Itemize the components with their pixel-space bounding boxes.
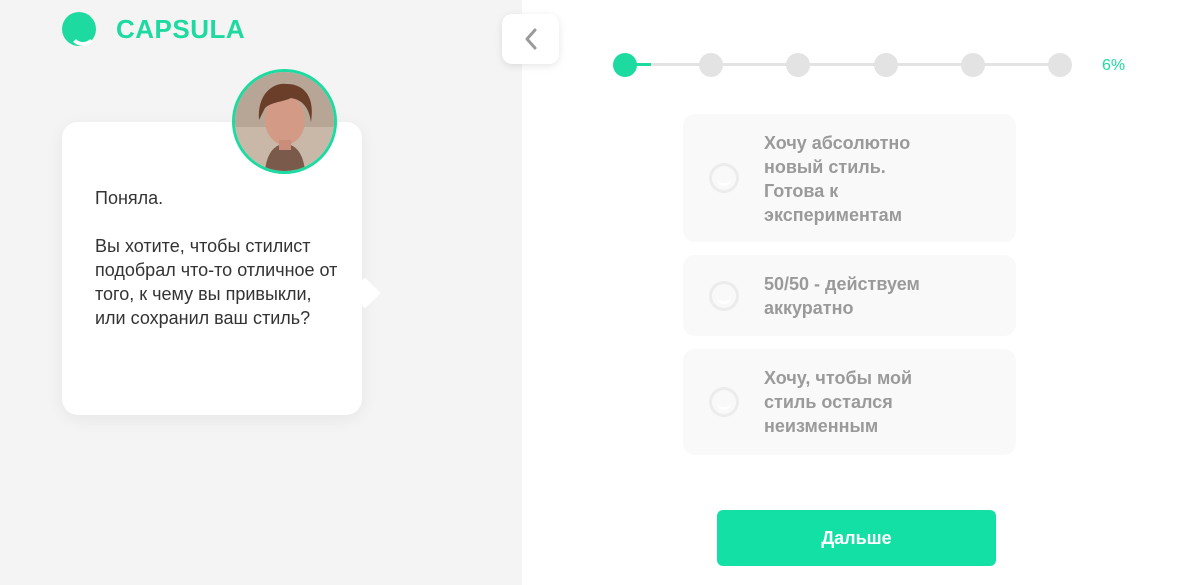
progress-step-2 — [699, 53, 723, 77]
chat-bubble: Поняла. Вы хотите, чтобы стилист подобра… — [62, 122, 362, 415]
radio-icon — [709, 387, 739, 417]
radio-icon — [709, 163, 739, 193]
radio-icon — [709, 281, 739, 311]
brand-name: CAPSULA — [116, 13, 246, 44]
next-button[interactable]: Дальше — [717, 510, 996, 566]
option-new-style[interactable]: Хочу абсолютно новый стиль. Готова к экс… — [683, 114, 1016, 242]
option-label: Хочу, чтобы мой стиль остался неизменным — [764, 368, 913, 436]
progress-step-4 — [874, 53, 898, 77]
progress-step-5 — [961, 53, 985, 77]
back-button[interactable] — [502, 14, 559, 64]
brand-logo[interactable]: CAPSULA — [62, 12, 245, 46]
smile-circle-icon — [62, 12, 96, 46]
chat-message: Поняла. Вы хотите, чтобы стилист подобра… — [95, 188, 338, 328]
chevron-left-icon — [525, 28, 536, 50]
progress-track — [625, 63, 1061, 66]
progress-percent: 6% — [1102, 57, 1126, 74]
progress-stepper — [613, 52, 1073, 78]
option-label: Хочу абсолютно новый стиль. Готова к экс… — [764, 133, 911, 225]
progress-step-6 — [1048, 53, 1072, 77]
progress-step-3 — [786, 53, 810, 77]
progress-step-1 — [613, 53, 637, 77]
option-fifty-fifty[interactable]: 50/50 - действуем аккуратно — [683, 255, 1016, 336]
stylist-avatar — [232, 69, 337, 174]
option-label: 50/50 - действуем аккуратно — [764, 274, 920, 318]
option-keep-style[interactable]: Хочу, чтобы мой стиль остался неизменным — [683, 349, 1016, 455]
